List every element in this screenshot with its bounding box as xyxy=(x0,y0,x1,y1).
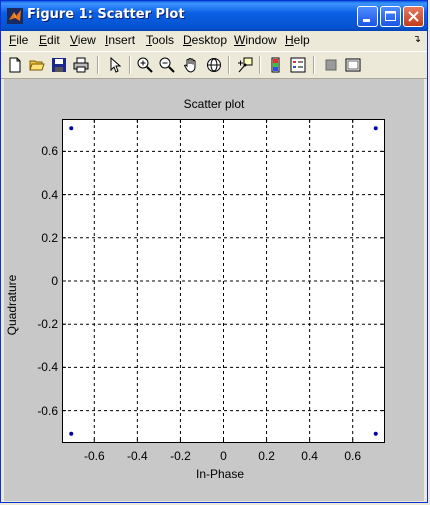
y-tick-label: 0.4 xyxy=(41,187,58,202)
new-figure-icon xyxy=(9,57,21,73)
window-title: Figure 1: Scatter Plot xyxy=(27,7,185,22)
x-tick-label: -0.6 xyxy=(83,449,105,463)
y-tick-label: -0.6 xyxy=(37,403,58,418)
menu-edit[interactable]: Edit xyxy=(39,33,60,47)
insert-colorbar-button[interactable] xyxy=(266,55,286,75)
y-tick-label: 0.2 xyxy=(41,230,58,245)
x-tick-label: -0.2 xyxy=(170,449,191,463)
open-file-button[interactable] xyxy=(27,55,47,75)
menu-help[interactable]: Help xyxy=(285,33,310,47)
scatter-point xyxy=(69,126,74,131)
scatter-point xyxy=(373,431,378,436)
data-cursor-button[interactable] xyxy=(235,55,255,75)
y-tick-label: 0 xyxy=(51,274,58,288)
open-file-icon xyxy=(29,60,45,71)
menu-window[interactable]: Window xyxy=(234,33,277,47)
close-button[interactable] xyxy=(403,6,424,27)
x-tick-label: 0.6 xyxy=(344,449,362,463)
figure-window: Figure 1: Scatter Plot File Edit View In… xyxy=(0,0,428,503)
colorbar-icon xyxy=(271,57,280,73)
toolbar-separator xyxy=(228,56,230,74)
toolbar-separator xyxy=(313,56,315,74)
toolbar-separator xyxy=(259,56,261,74)
zoom-out-icon xyxy=(159,57,175,73)
x-axis-label: In-Phase xyxy=(195,467,245,481)
pan-hand-icon xyxy=(183,58,196,73)
new-figure-button[interactable] xyxy=(5,55,25,75)
show-plot-tools-icon xyxy=(345,58,361,72)
scatter-point xyxy=(373,126,378,131)
menu-bar: File Edit View Insert Tools Desktop Wind… xyxy=(1,31,427,50)
x-tick-label: 0.4 xyxy=(301,449,318,463)
hide-plot-tools-button[interactable] xyxy=(321,55,341,75)
rotate-3d-button[interactable] xyxy=(204,55,224,75)
zoom-in-icon xyxy=(137,57,153,73)
show-plot-tools-button[interactable] xyxy=(343,55,363,75)
print-icon xyxy=(73,57,89,73)
data-cursor-icon xyxy=(238,57,253,73)
close-icon xyxy=(408,11,419,22)
x-tick-label: -0.4 xyxy=(127,449,148,463)
legend-icon xyxy=(290,57,306,73)
maximize-icon xyxy=(385,11,396,21)
x-tick-label: 0 xyxy=(220,449,227,463)
menu-tools[interactable]: Tools xyxy=(146,33,174,47)
save-button[interactable] xyxy=(49,55,69,75)
matlab-icon xyxy=(7,8,23,24)
toolbar-separator xyxy=(97,56,99,74)
scatter-point xyxy=(69,431,74,436)
chart-title: Scatter plot xyxy=(183,97,245,111)
toolbar-separator xyxy=(129,56,131,74)
title-bar[interactable]: Figure 1: Scatter Plot xyxy=(1,1,427,31)
x-tick-label: 0.2 xyxy=(258,449,275,463)
rotate-3d-icon xyxy=(207,58,221,72)
menu-insert[interactable]: Insert xyxy=(105,33,135,47)
hide-plot-tools-icon xyxy=(325,59,337,71)
dock-arrow-icon[interactable]: ↴ xyxy=(413,34,421,45)
edit-plot-arrow-icon xyxy=(110,57,122,73)
scatter-plot-chart xyxy=(62,119,385,443)
print-button[interactable] xyxy=(71,55,91,75)
y-tick-label: 0.6 xyxy=(41,144,58,159)
minimize-button[interactable] xyxy=(357,6,378,27)
edit-plot-button[interactable] xyxy=(105,55,125,75)
menu-desktop[interactable]: Desktop xyxy=(183,33,227,47)
maximize-button[interactable] xyxy=(380,6,401,27)
zoom-out-button[interactable] xyxy=(157,55,177,75)
save-icon xyxy=(52,58,66,72)
figure-toolbar xyxy=(1,51,427,79)
zoom-in-button[interactable] xyxy=(135,55,155,75)
pan-button[interactable] xyxy=(181,55,201,75)
y-tick-label: -0.4 xyxy=(37,360,58,375)
menu-view[interactable]: View xyxy=(70,33,96,47)
y-axis-label: Quadrature xyxy=(5,274,19,336)
minimize-icon xyxy=(363,19,370,22)
y-tick-label: -0.2 xyxy=(37,317,58,332)
figure-canvas[interactable]: Scatter plot In-Phase Quadrature -0.6 -0.… xyxy=(4,79,424,501)
insert-legend-button[interactable] xyxy=(288,55,308,75)
menu-file[interactable]: File xyxy=(9,33,28,47)
